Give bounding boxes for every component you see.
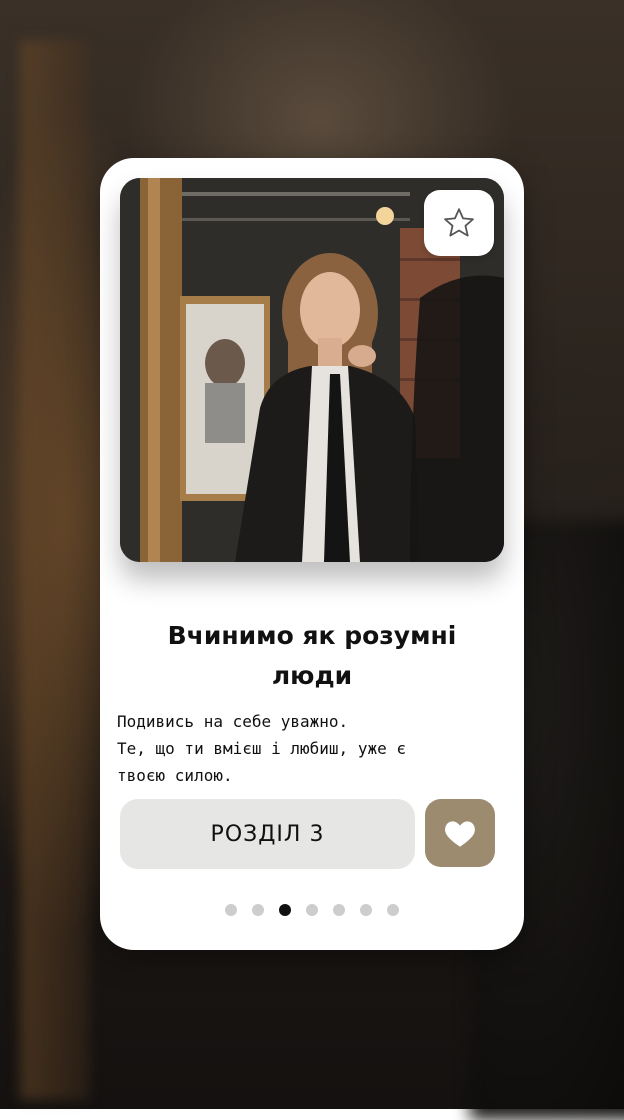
page-indicator (100, 904, 524, 916)
chapter-button-label: РОЗДІЛ 3 (210, 821, 325, 847)
description-line-1: Подивись на себе уважно. (117, 712, 349, 731)
story-card: Вчинимо як розумні люди Подивись на себе… (100, 158, 524, 950)
description-line-3: твоєю силою. (117, 766, 233, 785)
favorite-button[interactable] (424, 190, 494, 256)
story-description: Подивись на себе уважно. Те, що ти вмієш… (117, 708, 512, 789)
page-dot[interactable] (306, 904, 318, 916)
heart-icon (445, 821, 475, 847)
page-dot[interactable] (225, 904, 237, 916)
page-dot[interactable] (252, 904, 264, 916)
page-dot[interactable] (333, 904, 345, 916)
star-outline-icon (444, 208, 474, 237)
page-dot-active[interactable] (279, 904, 291, 916)
description-line-2: Те, що ти вмієш і любиш, уже є (117, 739, 406, 758)
like-button[interactable] (425, 799, 495, 867)
story-photo (120, 178, 504, 562)
story-title: Вчинимо як розумні люди (100, 616, 524, 696)
story-title-line-1: Вчинимо як розумні (167, 621, 457, 650)
story-title-line-2: люди (271, 661, 353, 690)
chapter-button[interactable]: РОЗДІЛ 3 (120, 799, 415, 869)
background-mirror-frame-blur (20, 40, 90, 1100)
page-dot[interactable] (387, 904, 399, 916)
page-dot[interactable] (360, 904, 372, 916)
